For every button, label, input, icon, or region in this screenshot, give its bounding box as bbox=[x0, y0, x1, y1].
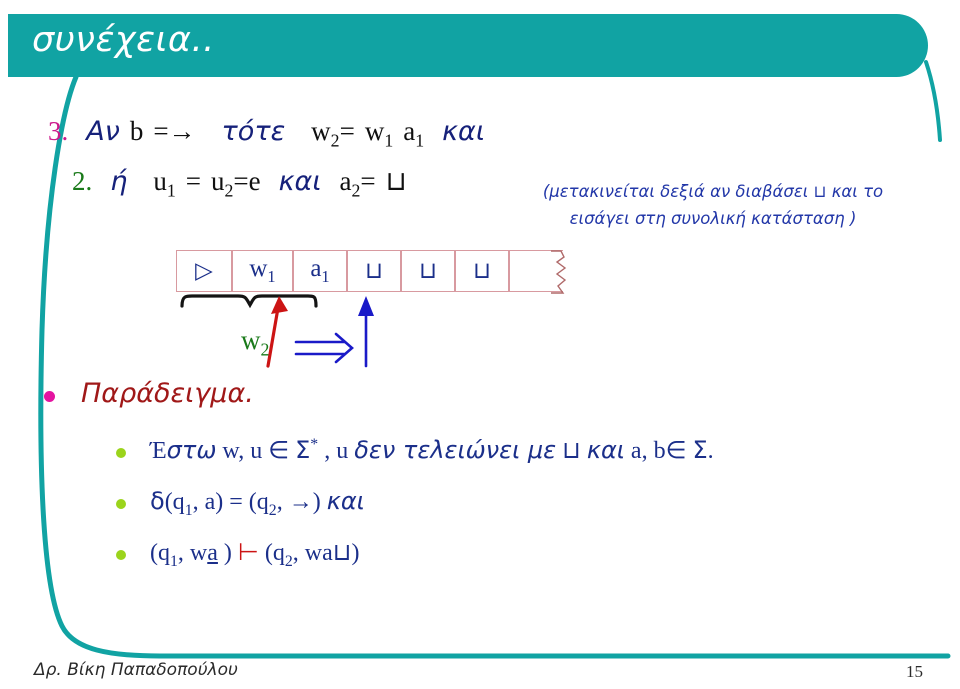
step3-word-kai: και bbox=[442, 116, 485, 147]
tape-start-marker-icon: ▷ bbox=[195, 258, 213, 283]
next-head-arrowhead-icon bbox=[358, 296, 374, 316]
step2-u1: u1 bbox=[153, 166, 176, 201]
bullet-dot-icon bbox=[116, 499, 126, 509]
step-line-2: 2. ή u1 = u2=e και a2= ⊔ bbox=[72, 166, 407, 201]
step2-word-kai: και bbox=[278, 166, 322, 197]
step-marker-2: 2. bbox=[72, 166, 93, 196]
step3-a1: a1 bbox=[403, 116, 425, 151]
transition-double-arrow-icon bbox=[294, 332, 354, 364]
bullet-configuration: (q1, wa ) ⊢ (q2, wa⊔) bbox=[116, 538, 359, 571]
bullet-dot-icon bbox=[116, 550, 126, 560]
tape-cell-torn-end bbox=[509, 250, 567, 294]
blank-symbol-icon: ⊔ bbox=[419, 258, 437, 284]
footer-page-number: 15 bbox=[906, 662, 923, 681]
note-line-1: (μετακινείται δεξιά αν διαβάσει ⊔ και το bbox=[542, 182, 884, 201]
step2-blank-symbol: ⊔ bbox=[385, 166, 407, 197]
current-head-arrowhead-icon bbox=[271, 296, 288, 314]
step2-eq1: = bbox=[185, 166, 202, 196]
slide-decorative-frame bbox=[38, 60, 951, 659]
bullet-configuration-label: (q1, wa ) ⊢ (q2, wa⊔) bbox=[150, 538, 360, 570]
step2-u2e: u2=e bbox=[211, 166, 261, 201]
bullet-paradeigma: Παράδειγμα. bbox=[44, 378, 254, 409]
tape-cell-a1-label: a1 bbox=[310, 255, 330, 286]
bullet-paradeigma-label: Παράδειγμα. bbox=[81, 378, 254, 409]
current-head-arrow-icon bbox=[266, 306, 280, 368]
tape-cell-w1: w1 bbox=[232, 250, 293, 292]
step-line-3: 3. Αν b =→ τότε w2= w1 a1 και bbox=[48, 116, 485, 151]
step2-word-i: ή bbox=[110, 166, 128, 197]
blank-symbol-icon: ⊔ bbox=[473, 258, 491, 284]
step3-w2: w2= bbox=[311, 116, 355, 151]
bullet-dot-icon bbox=[116, 448, 126, 458]
step3-var-b: b bbox=[129, 116, 144, 146]
footer-author: Δρ. Βίκη Παπαδοπούλου bbox=[34, 660, 238, 680]
slide-title-bar: συνέχεια.. bbox=[8, 14, 928, 77]
tape-cell-w1-label: w1 bbox=[249, 255, 276, 286]
bullet-delta-label: δ(q1, a) = (q2, →) και bbox=[150, 487, 365, 519]
tape-cell-a1: a1 bbox=[293, 250, 347, 292]
blank-symbol-icon: ⊔ bbox=[365, 258, 383, 284]
tape-cell-blank-2: ⊔ bbox=[401, 250, 455, 292]
step3-eq-arrow: =→ bbox=[153, 116, 196, 146]
step2-a2: a2= bbox=[339, 166, 376, 201]
step3-word-tote: τότε bbox=[221, 116, 286, 147]
bullet-estw-label: Έστω w, u ∈ Σ* , u δεν τελειώνει με ⊔ κα… bbox=[150, 436, 714, 464]
slide-title: συνέχεια.. bbox=[32, 20, 215, 60]
explanatory-note: (μετακινείται δεξιά αν διαβάσει ⊔ και το… bbox=[498, 178, 928, 232]
slide-canvas: συνέχεια.. 3. Αν b =→ τότε w2= w1 a1 και 2. ή u1 = u… bbox=[0, 0, 960, 689]
tape-annotations bbox=[180, 294, 374, 368]
turing-machine-tape: ▷ w1 a1 ⊔ ⊔ ⊔ bbox=[176, 250, 567, 294]
tape-cell-blank-3: ⊔ bbox=[455, 250, 509, 292]
bullet-delta-transition: δ(q1, a) = (q2, →) και bbox=[116, 487, 365, 520]
step3-word-an: Αν bbox=[86, 116, 120, 147]
note-line-2: εισάγει στη συνολική κατάσταση ) bbox=[569, 209, 857, 228]
w2-brace-label: w2 bbox=[241, 325, 270, 360]
tape-cell-blank-1: ⊔ bbox=[347, 250, 401, 292]
torn-edge-icon bbox=[551, 250, 567, 294]
w2-brace-icon bbox=[180, 294, 318, 309]
bullet-estw: Έστω w, u ∈ Σ* , u δεν τελειώνει με ⊔ κα… bbox=[116, 436, 714, 465]
bullet-dot-icon bbox=[44, 391, 55, 402]
tape-cell-start: ▷ bbox=[176, 250, 232, 292]
step3-w1: w1 bbox=[364, 116, 394, 151]
step-marker-3: 3. bbox=[48, 116, 69, 146]
